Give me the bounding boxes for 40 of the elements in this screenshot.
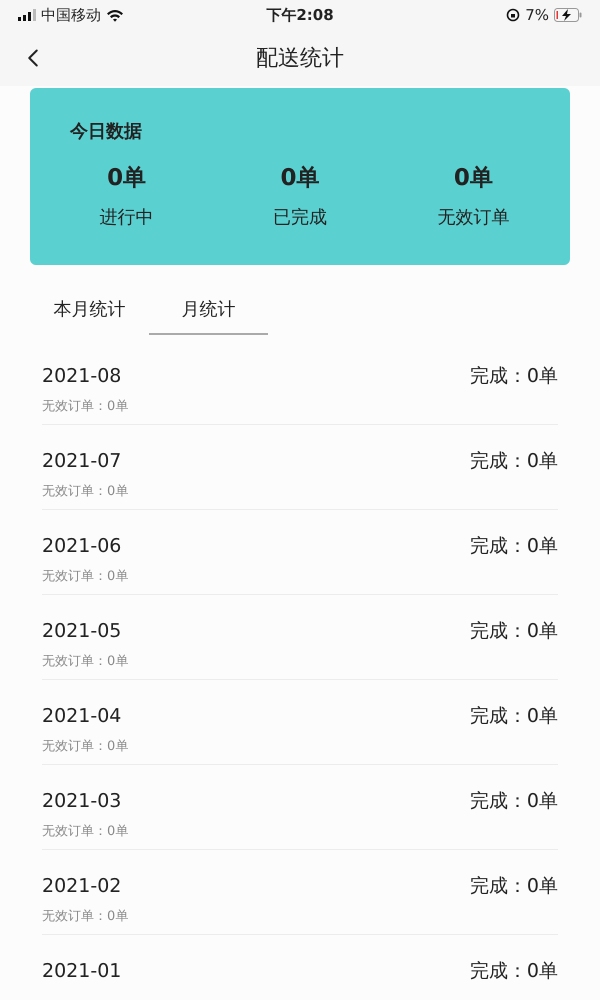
tab[interactable]: 月统计 bbox=[149, 285, 268, 335]
month-label: 2021-08 bbox=[42, 364, 122, 389]
tab[interactable]: 本月统计 bbox=[30, 285, 149, 335]
month-label: 2021-02 bbox=[42, 874, 122, 899]
completed-count: 完成：0单 bbox=[470, 874, 558, 899]
battery-charging-icon bbox=[554, 8, 582, 22]
stat-value: 0单 bbox=[107, 164, 146, 193]
completed-count: 完成：0单 bbox=[470, 959, 558, 984]
invalid-count: 无效订单：0单 bbox=[42, 652, 130, 670]
completed-count: 完成：0单 bbox=[470, 449, 558, 474]
month-label: 2021-07 bbox=[42, 449, 122, 474]
invalid-count: 无效订单：0单 bbox=[42, 822, 130, 840]
signal-icon bbox=[18, 9, 36, 21]
stat-label: 无效订单 bbox=[437, 206, 510, 230]
invalid-count: 无效订单：0单 bbox=[42, 738, 130, 756]
page-title: 配送统计 bbox=[256, 44, 344, 72]
month-label: 2021-04 bbox=[42, 704, 122, 729]
completed-count: 完成：0单 bbox=[470, 534, 558, 559]
card-title: 今日数据 bbox=[70, 120, 143, 144]
month-label: 2021-06 bbox=[42, 534, 122, 559]
rotation-lock-icon bbox=[506, 8, 520, 22]
stat-value: 0单 bbox=[280, 164, 320, 193]
completed-count: 完成：0单 bbox=[470, 789, 558, 814]
completed-count: 完成：0单 bbox=[470, 364, 558, 389]
status-time: 下午2:08 bbox=[266, 4, 334, 26]
month-label: 2021-01 bbox=[42, 959, 122, 984]
carrier-name: 中国移动 bbox=[41, 4, 101, 26]
battery-percent: 7% bbox=[525, 4, 549, 26]
stat-label: 已完成 bbox=[272, 206, 327, 230]
invalid-count: 无效订单：0单 bbox=[42, 568, 130, 586]
stat-value: 0单 bbox=[454, 164, 493, 193]
completed-count: 完成：0单 bbox=[470, 704, 558, 729]
stat-label: 进行中 bbox=[100, 206, 154, 230]
month-label: 2021-03 bbox=[42, 789, 122, 814]
wifi-icon bbox=[106, 8, 124, 22]
invalid-count: 无效订单：0单 bbox=[42, 482, 130, 500]
month-label: 2021-05 bbox=[42, 619, 122, 644]
invalid-count: 无效订单：0单 bbox=[42, 908, 130, 926]
invalid-count: 无效订单：0单 bbox=[42, 398, 130, 416]
completed-count: 完成：0单 bbox=[470, 619, 558, 644]
